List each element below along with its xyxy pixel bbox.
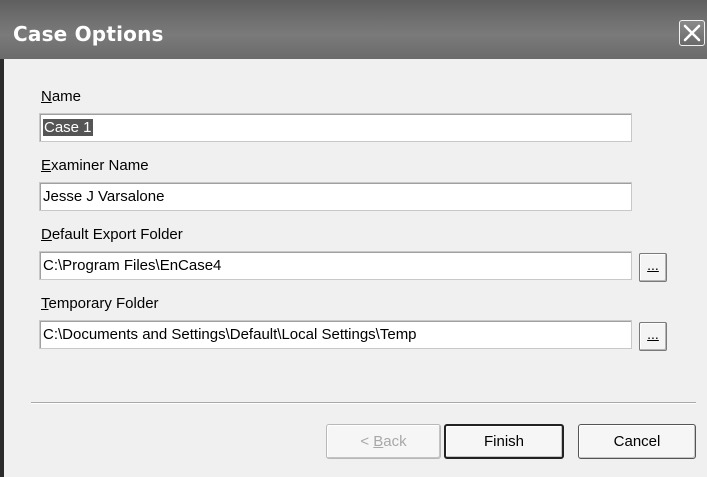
title-bar[interactable]: Case Options (0, 0, 707, 59)
default-export-folder-label: Default Export Folder (41, 226, 183, 243)
window-frame-left (0, 59, 4, 477)
temporary-folder-label: Temporary Folder (41, 295, 159, 312)
browse-temp-folder-button[interactable]: ... (639, 322, 667, 351)
name-input[interactable]: Case 1 (39, 113, 632, 142)
case-options-dialog: Case Options Name Case 1 Examiner Name J… (0, 0, 707, 477)
cancel-button[interactable]: Cancel (578, 424, 696, 459)
temporary-folder-input[interactable]: C:\Documents and Settings\Default\Local … (39, 320, 632, 349)
finish-button[interactable]: Finish (444, 424, 564, 459)
dialog-title: Case Options (13, 22, 164, 46)
default-export-folder-input[interactable]: C:\Program Files\EnCase4 (39, 251, 632, 280)
back-button[interactable]: < Back (326, 424, 441, 459)
examiner-name-input[interactable]: Jesse J Varsalone (39, 182, 632, 211)
temporary-folder-value: C:\Documents and Settings\Default\Local … (43, 326, 417, 343)
examiner-name-label: Examiner Name (41, 157, 149, 174)
browse-export-folder-button[interactable]: ... (639, 253, 667, 282)
default-export-folder-value: C:\Program Files\EnCase4 (43, 257, 222, 274)
button-separator (31, 402, 696, 404)
name-input-value: Case 1 (43, 119, 93, 136)
close-icon (683, 24, 701, 42)
close-button[interactable] (679, 20, 705, 46)
name-label: Name (41, 88, 82, 105)
examiner-name-value: Jesse J Varsalone (43, 188, 165, 205)
